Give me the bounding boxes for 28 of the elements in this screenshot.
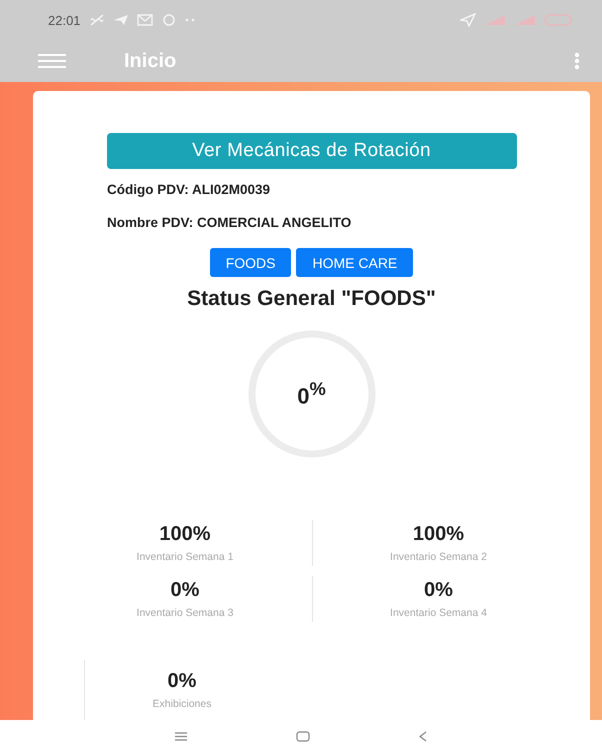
stat-label: Inventario Semana 3: [136, 607, 234, 619]
mail-icon: [136, 14, 153, 26]
menu-icon[interactable]: [174, 732, 187, 741]
info-text: Nombre PDV: COMERCIAL ANGELITO: [107, 215, 352, 230]
home-icon[interactable]: [296, 731, 310, 742]
stat-value: 0%: [168, 670, 196, 693]
category-button[interactable]: HOME CARE: [296, 248, 414, 277]
stat-value: 100%: [412, 523, 464, 546]
back-icon[interactable]: [419, 731, 428, 742]
signal-icon: [484, 14, 506, 26]
stat-value: 100%: [159, 523, 211, 546]
stat-label: Exhibiciones: [152, 698, 212, 710]
status-title: Status General "FOODS": [187, 287, 436, 311]
send-icon: [112, 14, 129, 26]
rotation-button[interactable]: Ver Mecánicas de Rotación: [106, 133, 516, 169]
stat-label: Inventario Semana 1: [136, 551, 234, 563]
stat-label: Inventario Semana 2: [390, 551, 487, 563]
status-time: 22:01: [48, 12, 81, 28]
battery-icon: [544, 14, 572, 26]
gauge-value: 0$^{%}$: [297, 378, 326, 410]
stat-value: 0%: [424, 579, 453, 602]
signal-icon: [514, 14, 536, 26]
more-icon: [184, 18, 195, 22]
stat-value: 0%: [170, 579, 200, 602]
info-text: Código PDV: ALI02M0039: [107, 182, 272, 197]
category-button[interactable]: FOODS: [210, 248, 292, 277]
stat-label: Inventario Semana 4: [390, 607, 487, 619]
location-arrow-icon: [460, 13, 476, 27]
